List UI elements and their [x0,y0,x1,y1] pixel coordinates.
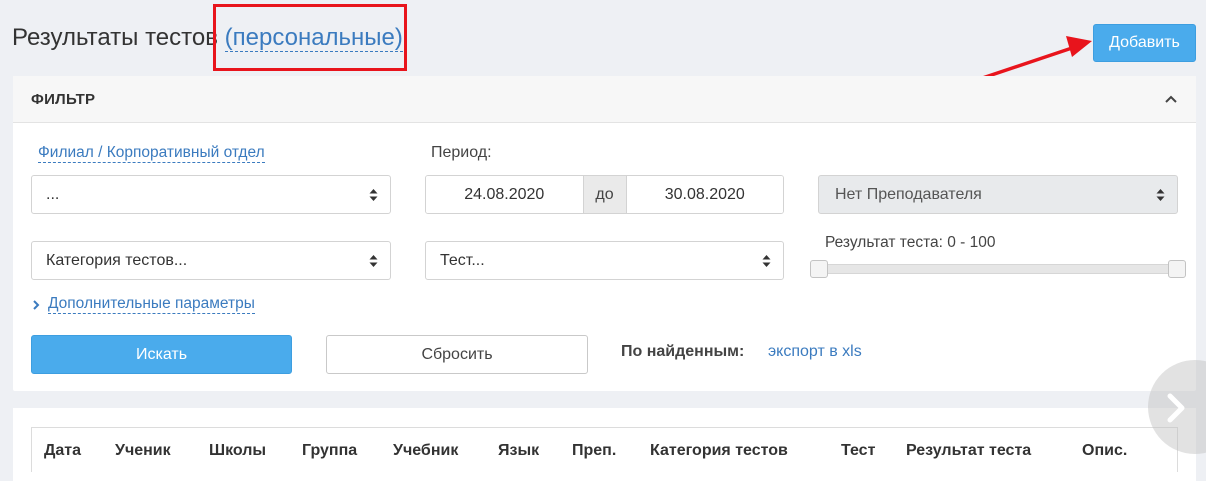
branch-link[interactable]: Филиал / Корпоративный отдел [38,144,265,163]
results-table-header: Дата Ученик Школы Группа Учебник Язык Пр… [31,427,1178,472]
chevron-right-icon [33,299,40,310]
result-range-slider-track[interactable] [811,264,1175,274]
export-xls-link[interactable]: экспорт в xls [768,343,862,361]
sort-icon [762,255,771,267]
teacher-select-value: Нет Преподавателя [835,185,982,203]
column-header[interactable]: Категория тестов [650,442,788,460]
chevron-right-icon [1167,393,1185,423]
result-range-min-handle[interactable] [810,260,828,278]
sort-icon [369,255,378,267]
column-header[interactable]: Тест [841,442,875,460]
chevron-up-icon[interactable] [1164,92,1178,106]
column-header[interactable]: Опис. [1082,442,1127,460]
column-header[interactable]: Школы [209,442,266,460]
branch-select-value: ... [46,185,60,203]
date-to-input[interactable]: 30.08.2020 [626,176,783,213]
add-button[interactable]: Добавить [1093,24,1196,62]
teacher-select[interactable]: Нет Преподавателя [818,175,1178,214]
test-category-select[interactable]: Категория тестов... [31,241,391,280]
page-title-text: Результаты тестов [12,24,218,51]
found-label: По найденным: [621,343,745,360]
filter-title: ФИЛЬТР [31,90,96,108]
date-from-input[interactable]: 24.08.2020 [426,176,583,213]
reset-button[interactable]: Сбросить [326,335,588,374]
extra-params-link[interactable]: Дополнительные параметры [48,295,255,314]
column-header[interactable]: Группа [302,442,357,460]
sort-icon [369,189,378,201]
test-select[interactable]: Тест... [425,241,784,280]
result-range-label: Результат теста: 0 - 100 [825,234,996,251]
date-separator: до [582,176,627,213]
column-header[interactable]: Учебник [393,442,458,460]
test-select-value: Тест... [440,251,485,269]
filter-panel-header[interactable]: ФИЛЬТР [13,76,1196,123]
extra-params-toggle[interactable]: Дополнительные параметры [32,295,255,314]
column-header[interactable]: Дата [44,442,81,460]
search-button[interactable]: Искать [31,335,292,374]
column-header[interactable]: Результат теста [906,442,1031,460]
results-panel: Дата Ученик Школы Группа Учебник Язык Пр… [13,408,1196,481]
annotation-highlight-box [213,4,407,71]
sort-icon [1156,189,1165,201]
filter-panel: ФИЛЬТР Филиал / Корпоративный отдел Пери… [13,76,1196,391]
branch-select[interactable]: ... [31,175,391,214]
column-header[interactable]: Преп. [572,442,616,460]
period-date-range: 24.08.2020 до 30.08.2020 [425,175,784,214]
period-label: Период: [431,144,492,161]
column-header[interactable]: Язык [498,442,539,460]
result-range-max-handle[interactable] [1168,260,1186,278]
column-header[interactable]: Ученик [115,442,171,460]
test-category-select-value: Категория тестов... [46,251,188,269]
